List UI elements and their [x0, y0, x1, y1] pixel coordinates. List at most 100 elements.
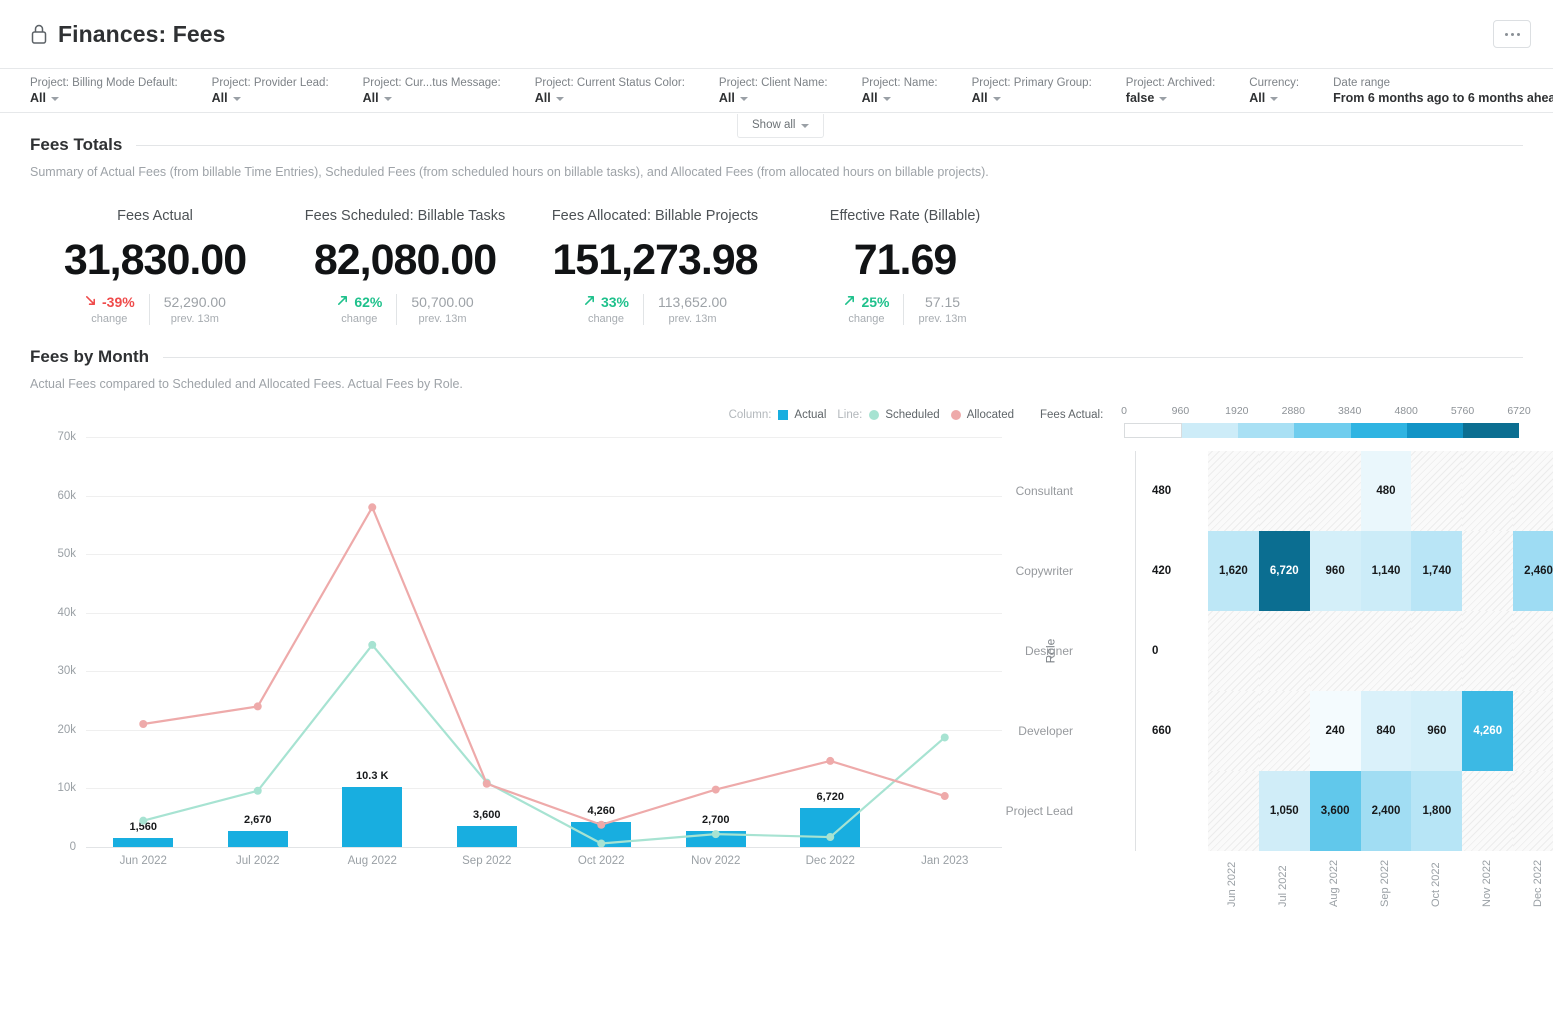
x-axis-tick-label: Oct 2022	[544, 855, 659, 867]
heatmap-cell[interactable]: 4,260	[1462, 691, 1513, 771]
heatmap-cell[interactable]: 240	[1310, 691, 1361, 771]
bar-data-label: 2,670	[244, 814, 272, 826]
kebab-dot	[1517, 33, 1520, 36]
fees-by-month-chart[interactable]: Column:ActualLine:ScheduledAllocated 010…	[30, 409, 1030, 909]
legend-label: Scheduled	[885, 409, 939, 421]
heatmap-column-label: Nov 2022	[1481, 860, 1493, 907]
legend-item-actual[interactable]: Actual	[778, 409, 826, 421]
heatmap-cell-value: 1,140	[1361, 565, 1412, 577]
filter-8[interactable]: Project: Provider Lead:All	[212, 68, 329, 113]
kpi-title: Fees Actual	[34, 207, 276, 226]
bar-sep-2022[interactable]	[457, 826, 517, 847]
heatmap-cell-value: 2,400	[1361, 805, 1412, 817]
filter-label: Project: Name:	[862, 76, 938, 91]
heatmap-cell[interactable]: 960	[1411, 691, 1462, 771]
kpi-card-3[interactable]: Effective Rate (Billable)71.6925%change5…	[780, 207, 1030, 325]
heatmap-cell[interactable]: 1,050	[1259, 771, 1310, 851]
bar-aug-2022[interactable]	[342, 787, 402, 847]
heatmap-cell-value: 1,620	[1208, 565, 1259, 577]
filter-1[interactable]: Currency:All	[1249, 68, 1299, 113]
charts-container: Column:ActualLine:ScheduledAllocated 010…	[0, 409, 1553, 909]
heatmap-cell	[1310, 451, 1361, 531]
bar-jun-2022[interactable]	[113, 838, 173, 847]
heatmap-cell-value: 960	[1310, 565, 1361, 577]
more-options-button[interactable]	[1493, 20, 1531, 48]
chevron-down-icon	[740, 97, 748, 101]
kpi-previous: 113,652.00prev. 13m	[643, 294, 741, 325]
chevron-down-icon	[1270, 97, 1278, 101]
filter-4[interactable]: Project: Name:All	[862, 68, 938, 113]
heatmap-cell	[1259, 611, 1310, 691]
heatmap-cell[interactable]: 960	[1310, 531, 1361, 611]
heatmap-row-total: 420	[1152, 565, 1171, 577]
bar-jul-2022[interactable]	[228, 831, 288, 847]
kpi-change-value: 33%	[601, 294, 629, 310]
heatmap-cell[interactable]: 1,140	[1361, 531, 1412, 611]
show-all-filters-button[interactable]: Show all	[737, 114, 824, 138]
heatmap-scale-tick: 1920	[1225, 405, 1248, 417]
heatmap-cell[interactable]: 1,620	[1208, 531, 1259, 611]
kpi-card-1[interactable]: Fees Scheduled: Billable Tasks82,080.006…	[280, 207, 530, 325]
filter-value: All	[363, 91, 379, 105]
divider	[163, 357, 1523, 358]
bar-data-label: 4,260	[587, 805, 615, 817]
kebab-dot	[1511, 33, 1514, 36]
heatmap-scale-tick: 3840	[1338, 405, 1361, 417]
kpi-row: Fees Actual31,830.00-39%change52,290.00p…	[30, 207, 1523, 325]
bar-nov-2022[interactable]	[686, 831, 746, 847]
heatmap-cell[interactable]: 840	[1361, 691, 1412, 771]
heatmap-cell[interactable]: 6,720	[1259, 531, 1310, 611]
heatmap-column-label: Aug 2022	[1328, 860, 1340, 907]
kpi-previous-caption: prev. 13m	[918, 313, 966, 325]
heatmap-cell[interactable]: 1,740	[1411, 531, 1462, 611]
kpi-change: 62%change	[322, 294, 396, 325]
filter-7[interactable]: Project: Cur...tus Message:All	[363, 68, 501, 113]
filter-3[interactable]: Project: Primary Group:All	[972, 68, 1092, 113]
bar-dec-2022[interactable]	[800, 808, 860, 847]
bar-data-label: 6,720	[816, 791, 844, 803]
kpi-card-0[interactable]: Fees Actual31,830.00-39%change52,290.00p…	[30, 207, 280, 325]
filter-value: All	[719, 91, 735, 105]
filter-6[interactable]: Project: Current Status Color:All	[535, 68, 685, 113]
chart-plot-area: 010k20k30k40k50k60k70k 1,5602,67010.3 K3…	[30, 437, 1030, 887]
filter-2[interactable]: Project: Archived:false	[1126, 68, 1215, 113]
kpi-change-caption: change	[336, 313, 382, 325]
kpi-previous-caption: prev. 13m	[658, 313, 727, 325]
filter-0[interactable]: Date rangeFrom 6 months ago to 6 months …	[1333, 68, 1553, 113]
kpi-value: 151,273.98	[534, 234, 776, 286]
legend-item-scheduled[interactable]: Scheduled	[869, 409, 939, 421]
heatmap-cell[interactable]: 2,460	[1513, 531, 1553, 611]
heatmap-cell[interactable]: 2,400	[1361, 771, 1412, 851]
page-title: Finances: Fees	[58, 21, 226, 48]
heatmap-cell-value: 1,800	[1411, 805, 1462, 817]
heatmap-cell[interactable]: 3,600	[1310, 771, 1361, 851]
heatmap-cell	[1411, 611, 1462, 691]
heatmap-cell[interactable]: 480	[1361, 451, 1412, 531]
y-axis-tick-label: 50k	[57, 548, 76, 560]
filter-value: false	[1126, 91, 1155, 105]
heatmap-scale-segment	[1407, 423, 1463, 438]
legend-item-allocated[interactable]: Allocated	[951, 409, 1014, 421]
heatmap-cell	[1513, 691, 1553, 771]
chevron-down-icon	[556, 97, 564, 101]
filter-value: From 6 months ago to 6 months ahead	[1333, 91, 1553, 105]
heatmap-column-label: Oct 2022	[1430, 862, 1442, 907]
chart-legend: Column:ActualLine:ScheduledAllocated	[729, 409, 1018, 421]
heatmap-cell	[1310, 611, 1361, 691]
filter-value: All	[30, 91, 46, 105]
kpi-card-2[interactable]: Fees Allocated: Billable Projects151,273…	[530, 207, 780, 325]
filter-5[interactable]: Project: Client Name:All	[719, 68, 828, 113]
legend-swatch-icon	[869, 410, 879, 420]
heatmap-cell[interactable]: 1,800	[1411, 771, 1462, 851]
kpi-value: 71.69	[784, 234, 1026, 286]
heatmap-cell-value: 1,050	[1259, 805, 1310, 817]
point-scheduled-2	[368, 641, 376, 649]
arrow-up-icon	[843, 294, 856, 310]
gridline	[86, 613, 1002, 614]
bar-oct-2022[interactable]	[571, 822, 631, 847]
point-allocated-6	[826, 757, 834, 765]
chevron-down-icon	[801, 124, 809, 128]
filter-9[interactable]: Project: Billing Mode Default:All	[30, 68, 178, 113]
fees-actual-by-role-heatmap[interactable]: Fees Actual: 096019202880384048005760672…	[1030, 409, 1523, 909]
legend-group-line: Line:	[837, 409, 862, 421]
